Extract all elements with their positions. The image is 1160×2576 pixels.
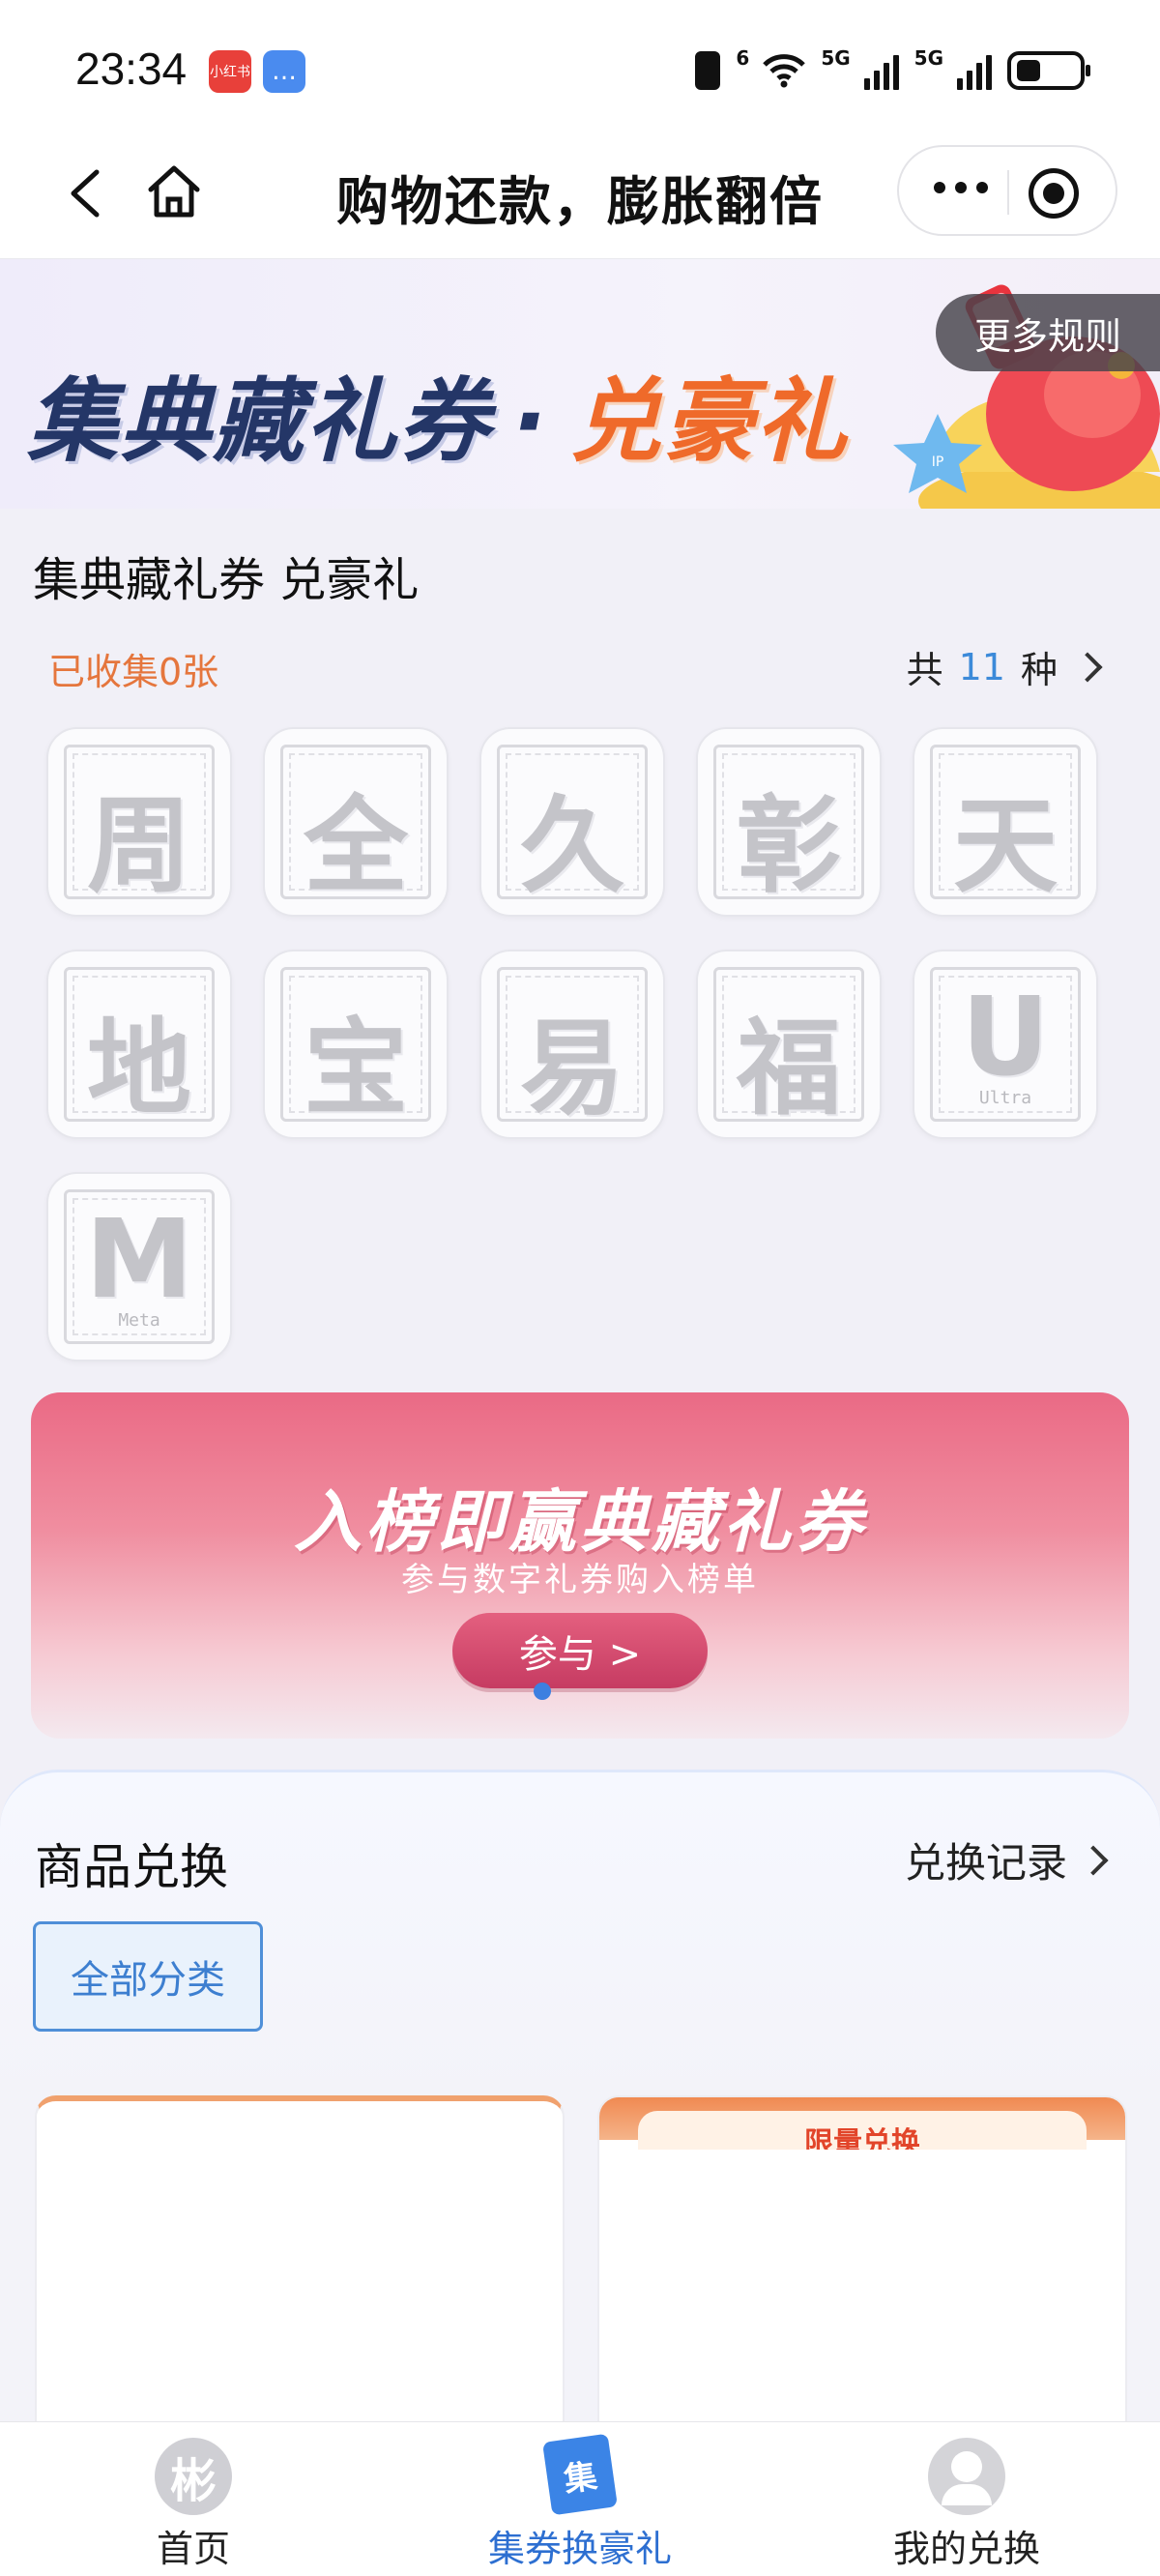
collected-count: 已收集0张: [48, 651, 219, 693]
tab-label: 我的兑换: [892, 2528, 1040, 2570]
tab-collect-coupons[interactable]: 集 集券换豪礼: [387, 2422, 773, 2576]
hero-banner: 集典藏礼券 · 兑豪礼 IP 更多规则: [0, 259, 1160, 509]
banner-title-part1: 集典藏礼券: [27, 369, 492, 475]
tab-label: 首页: [156, 2528, 230, 2570]
coupon-glyph: U: [961, 975, 1050, 1100]
nav-bar: 购物还款，膨胀翻倍: [0, 135, 1160, 259]
banner-separator: ·: [512, 369, 549, 475]
carousel-indicator: [534, 1683, 551, 1700]
tab-home[interactable]: 彬 首页: [0, 2422, 387, 2576]
tab-my-exchange[interactable]: 我的兑换: [773, 2422, 1160, 2576]
exchange-title: 商品兑换: [35, 1839, 228, 1895]
exchange-record-link[interactable]: 兑换记录: [904, 1830, 1109, 1889]
exchange-record-label: 兑换记录: [904, 1839, 1067, 1887]
mini-program-capsule: [897, 145, 1117, 236]
category-filter-all[interactable]: 全部分类: [33, 1921, 263, 2032]
xiaohongshu-app-icon: 小红书: [209, 50, 251, 93]
coupon-glyph: 彰: [736, 785, 841, 907]
coupon-glyph: 全: [303, 785, 408, 907]
join-button[interactable]: 参与 >: [452, 1613, 708, 1688]
banner-title-part2: 兑豪礼: [569, 369, 849, 475]
chevron-right-icon: [1072, 651, 1103, 683]
coupon-glyph: 福: [736, 1008, 841, 1129]
signal-icon-1: [863, 51, 899, 90]
ribbon-label: 限量兑换: [638, 2111, 1087, 2150]
chevron-right-icon: [1078, 1844, 1109, 1876]
coupon-glyph: 天: [952, 785, 1058, 907]
status-bar: 23:34 小红书 … 6 5G 5G: [0, 0, 1160, 135]
bottom-tab-bar: 彬 首页 集 集券换豪礼 我的兑换: [0, 2421, 1160, 2576]
total-count: 11: [958, 645, 1005, 688]
ranking-promo-banner[interactable]: 入榜即赢典藏礼券 参与数字礼券购入榜单 参与 >: [31, 1392, 1129, 1739]
coupon-card[interactable]: 宝: [263, 950, 449, 1139]
collection-title: 集典藏礼券 兑豪礼: [33, 553, 420, 607]
status-time: 23:34: [75, 44, 188, 94]
more-rules-button[interactable]: 更多规则: [936, 294, 1160, 371]
coupon-card[interactable]: 地: [46, 950, 232, 1139]
wifi-label: 6: [736, 46, 750, 70]
total-kinds-link[interactable]: 共 11 种: [906, 640, 1103, 693]
network-label-2: 5G: [914, 46, 943, 70]
capsule-divider: [1007, 170, 1009, 215]
coupon-glyph: 易: [519, 1008, 624, 1129]
coupon-sub: Ultra: [978, 1088, 1032, 1108]
vibrate-icon: [695, 51, 721, 90]
coupon-card[interactable]: 天: [913, 727, 1098, 917]
svg-text:IP: IP: [932, 454, 944, 470]
total-suffix: 种: [1020, 649, 1058, 691]
coupon-icon: 集: [542, 2433, 618, 2516]
home-icon: 彬: [155, 2438, 232, 2515]
total-prefix: 共: [906, 649, 943, 691]
status-indicators: 6 5G 5G: [695, 46, 1090, 95]
coupon-card[interactable]: U Ultra: [913, 950, 1098, 1139]
message-app-icon: …: [263, 50, 305, 93]
coupon-card[interactable]: 彰: [696, 727, 882, 917]
coupon-glyph: 宝: [303, 1008, 408, 1129]
more-dots-icon[interactable]: [934, 182, 988, 193]
user-icon: [928, 2438, 1005, 2515]
promo-subtitle: 参与数字礼券购入榜单: [401, 1561, 759, 1599]
coupon-card[interactable]: 久: [479, 727, 665, 917]
coupon-card[interactable]: 全: [263, 727, 449, 917]
promo-title: 入榜即赢典藏礼券: [294, 1482, 866, 1562]
tab-label: 集券换豪礼: [487, 2528, 672, 2570]
coupon-card[interactable]: 周: [46, 727, 232, 917]
network-label-1: 5G: [821, 46, 851, 70]
coupon-sub: Meta: [118, 1310, 160, 1331]
coupon-glyph: 周: [86, 785, 191, 907]
signal-icon-2: [957, 51, 992, 90]
wifi-icon: [763, 54, 806, 88]
coupon-glyph: 久: [519, 785, 624, 907]
coupon-glyph: 地: [86, 1008, 191, 1129]
battery-icon: [1007, 51, 1090, 90]
coupon-card[interactable]: M Meta: [46, 1172, 232, 1361]
target-icon[interactable]: [1029, 168, 1079, 219]
coupon-card[interactable]: 易: [479, 950, 665, 1139]
coupon-card[interactable]: 福: [696, 950, 882, 1139]
coupon-glyph: M: [85, 1197, 193, 1323]
banner-title: 集典藏礼券 · 兑豪礼: [27, 348, 849, 480]
